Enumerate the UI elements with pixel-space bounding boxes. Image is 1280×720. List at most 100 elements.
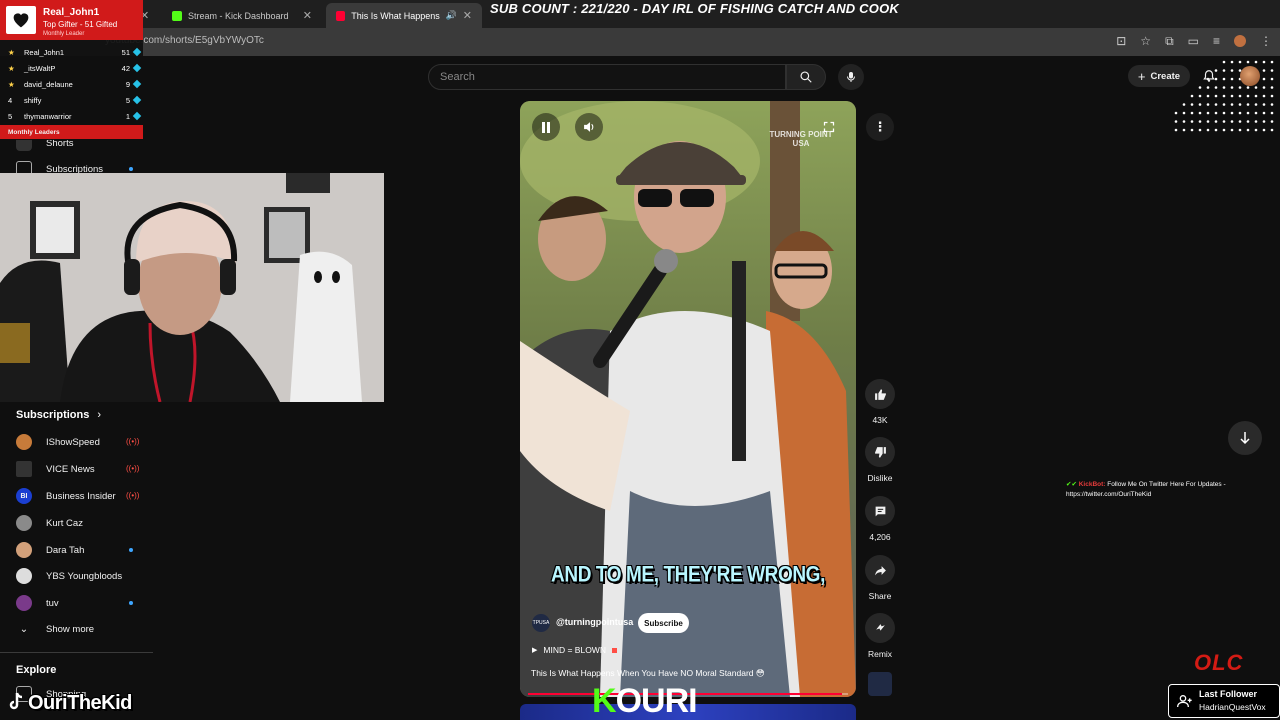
gift-count: 5 [125,95,130,105]
extensions-icon[interactable]: ⧉ [1165,34,1174,49]
rank: 4 [8,95,13,105]
decoration-dot [1214,86,1218,89]
tab-youtube-short[interactable]: This Is What Happens Whe 🔊 ✕ [326,3,482,28]
volume-button[interactable] [575,113,603,141]
comments-button[interactable]: 4,206 [865,496,895,542]
voice-search-button[interactable] [838,64,864,90]
sidebar-sub-vice-news[interactable]: VICE News [16,459,95,479]
plus-icon: + [1137,68,1146,84]
decoration-dot [1174,111,1178,115]
live-icon: ((•)) [126,464,140,473]
decoration-dot [1254,120,1258,123]
sidebar-sub-ishowspeed[interactable]: IShowSpeed [16,432,100,452]
decoration-dot [1214,94,1218,98]
decoration-dot [1270,111,1274,115]
install-icon[interactable]: ⊡ [1116,34,1126,49]
subscriptions-heading[interactable]: Subscriptions › [16,409,101,421]
channel-avatar [16,542,32,558]
decoration-dot [1262,69,1266,72]
decoration-dot [1270,60,1274,64]
sidebar-sub-kurt-caz[interactable]: Kurt Caz [16,513,83,533]
channel-avatar[interactable]: TPUSA [532,614,550,632]
decoration-dot [1238,111,1242,115]
decoration-dot [1230,94,1234,98]
decoration-dot [1190,120,1194,123]
remix-button[interactable]: Remix [865,613,895,659]
leaderboard-row: 4 shiffy 5 [8,93,142,107]
sidebar-item-label: VICE News [46,463,95,475]
sound-link[interactable]: ▶ MIND = BLOWN [532,645,617,655]
search-input[interactable]: Search [428,64,786,90]
share-button[interactable]: Share [865,555,895,601]
gift-count: 1 [125,111,130,121]
youtube-icon [336,10,346,21]
decoration-dot [1230,103,1234,106]
more-options-button[interactable]: ⋮ [866,113,894,141]
thumbs-down-icon[interactable] [865,437,895,467]
decoration-dot [1262,111,1266,115]
sidebar-sub-ybs-youngbloods[interactable]: YBS Youngbloods [16,566,122,586]
notifications-bell-icon[interactable] [1202,68,1216,84]
browser-toolbar: ⊡ ☆ ⧉ ▭ ≡ ⋮ [1116,34,1272,49]
gifter-name: shiffy [24,95,42,105]
sidepanel-icon[interactable]: ▭ [1188,34,1199,49]
gem-icon [132,47,142,57]
new-content-dot [129,548,133,552]
tab-kick-dashboard[interactable]: Stream - Kick Dashboard ✕ [162,3,322,28]
gem-icon [132,79,142,89]
account-avatar[interactable] [1240,66,1260,86]
star-icon[interactable]: ☆ [1140,34,1151,49]
decoration-dot [1254,60,1258,64]
decoration-dot [1262,128,1266,132]
channel-name[interactable]: @turningpointusa [556,617,633,627]
thumbs-up-icon[interactable] [865,379,895,409]
pause-icon [542,121,550,133]
kick-icon [172,10,182,21]
close-icon[interactable]: ✕ [463,9,472,22]
sidebar-sub-dara-tah[interactable]: Dara Tah [16,540,84,560]
gifter-name: thymanwarrior [24,111,72,121]
like-button[interactable]: 43K [865,379,895,425]
sound-name: MIND = BLOWN [543,645,606,655]
decoration-dot [1270,69,1274,72]
shorts-video-player[interactable]: TURNING POINT USA AND TO ME, THEY'RE WRO… [520,101,856,697]
close-icon[interactable]: ✕ [303,9,312,22]
decoration-dot [1214,120,1218,123]
subscribe-button[interactable]: Subscribe [638,613,689,633]
sidebar-sub-business-insider[interactable]: BI Business Insider [16,486,116,506]
decoration-dot [1222,94,1226,98]
share-arrow-icon[interactable] [865,555,895,585]
dislike-button[interactable]: Dislike [865,437,895,483]
decoration-dot [1262,120,1266,123]
live-icon: ((•)) [126,491,140,500]
next-short-button[interactable] [1228,421,1262,455]
comment-icon[interactable] [865,496,895,526]
pause-button[interactable] [532,113,560,141]
sound-thumbnail[interactable] [868,672,892,696]
live-icon: ((•)) [126,437,140,446]
decoration-dot [1198,86,1202,89]
sidebar-item-label: Business Insider [46,490,116,502]
create-button[interactable]: + Create [1128,65,1190,87]
decoration-dot [1238,103,1242,106]
sidebar-sub-tuv[interactable]: tuv [16,593,59,613]
chatbot-message-overlay: ✔✔ KickBot: Follow Me On Twitter Here Fo… [1066,480,1266,500]
decoration-dot [1262,60,1266,64]
channel-avatar [16,515,32,531]
decoration-dot [1190,103,1194,106]
gem-icon [132,111,142,121]
remix-icon[interactable] [865,613,895,643]
menu-icon[interactable]: ⋮ [1260,34,1272,49]
olc-logo: OLC [1194,650,1244,675]
sidebar-show-more[interactable]: ⌄ Show more [16,619,94,639]
queue-icon[interactable]: ≡ [1213,34,1220,49]
search-button[interactable] [786,64,826,90]
kouri-logo-k: K [592,682,617,720]
decoration-dot [1214,128,1218,132]
decoration-dot [1254,103,1258,106]
streamer-name-tag: OuriTheKid [28,692,132,714]
arrow-down-icon [1240,432,1250,445]
profile-icon[interactable] [1234,35,1246,47]
leaderboard-row: ★ david_delaune 9 [8,77,142,91]
leaderboard-footer: Monthly Leaders [0,125,143,139]
